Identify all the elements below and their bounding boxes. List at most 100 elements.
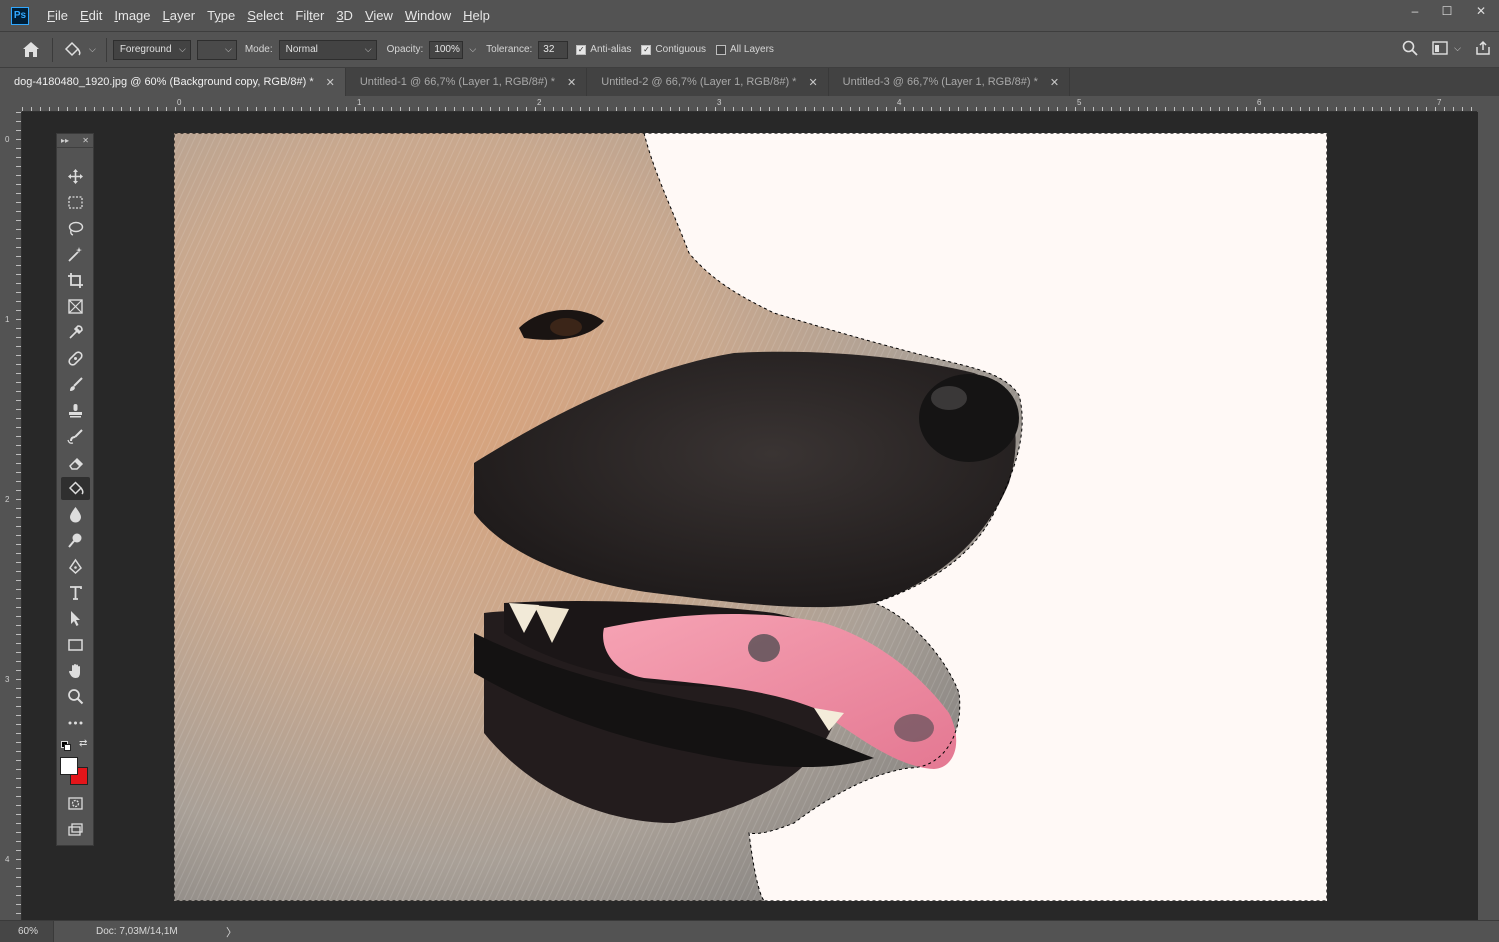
tolerance-field[interactable]: 32 <box>538 40 569 59</box>
checkbox-icon: ✓ <box>576 44 587 55</box>
ruler-tick-label: 7 <box>1437 98 1442 107</box>
anti-alias-checkbox[interactable]: ✓ Anti-alias <box>576 44 631 55</box>
canvas-workspace[interactable] <box>22 112 1478 920</box>
eraser-tool-icon[interactable] <box>61 451 90 474</box>
move-tool-icon[interactable] <box>61 165 90 188</box>
healing-brush-tool-icon[interactable] <box>61 347 90 370</box>
collapse-panel-icon[interactable]: ▸▸ <box>61 136 69 145</box>
foreground-color-swatch[interactable] <box>60 757 78 775</box>
status-menu-arrow-icon[interactable]: 〉 <box>226 924 237 940</box>
search-icon[interactable] <box>1402 40 1418 56</box>
magic-wand-tool-icon[interactable] <box>61 243 90 266</box>
workspace-chevron-down-icon[interactable]: ⌵ <box>1454 43 1461 54</box>
menu-filter[interactable]: Filter <box>289 0 330 31</box>
paint-bucket-tool-icon[interactable] <box>61 477 90 500</box>
document-tab-bar: dog-4180480_1920.jpg @ 60% (Background c… <box>0 68 1499 96</box>
path-selection-tool-icon[interactable] <box>61 607 90 630</box>
options-separator <box>52 37 53 62</box>
document-canvas[interactable] <box>174 133 1327 901</box>
checkbox-icon <box>716 44 727 55</box>
menu-file[interactable]: File <box>41 0 74 31</box>
ruler-tick-label: 2 <box>537 98 542 107</box>
fill-source-dropdown[interactable]: Foreground ⌵ <box>112 39 191 60</box>
crop-tool-icon[interactable] <box>61 269 90 292</box>
pen-tool-icon[interactable] <box>61 555 90 578</box>
checkbox-icon: ✓ <box>641 44 652 55</box>
pattern-picker[interactable]: ⌵ <box>196 39 237 60</box>
close-window-button[interactable]: ✕ <box>1463 0 1499 22</box>
menu-bar: Ps File Edit Image Layer Type Select Filter 3D V… <box>0 0 1499 31</box>
type-tool-icon[interactable] <box>61 581 90 604</box>
paint-bucket-preset-icon[interactable]: ⌵ <box>59 41 100 59</box>
ruler-tick-label: 2 <box>5 495 10 504</box>
maximize-button[interactable]: ☐ <box>1431 0 1463 22</box>
close-tab-icon[interactable]: ✕ <box>1050 76 1059 89</box>
document-tab[interactable]: Untitled-1 @ 66,7% (Layer 1, RGB/8#) * ✕ <box>345 68 588 96</box>
lasso-tool-icon[interactable] <box>61 217 90 240</box>
all-layers-label: All Layers <box>730 44 774 55</box>
dodge-tool-icon[interactable] <box>61 529 90 552</box>
all-layers-checkbox[interactable]: All Layers <box>716 44 774 55</box>
swap-colors-icon[interactable]: ⇄ <box>79 738 87 749</box>
document-tab[interactable]: Untitled-2 @ 66,7% (Layer 1, RGB/8#) * ✕ <box>587 68 829 96</box>
menu-select[interactable]: Select <box>241 0 289 31</box>
menu-image[interactable]: Image <box>108 0 156 31</box>
quick-mask-icon[interactable] <box>61 792 90 815</box>
menu-help[interactable]: Help <box>457 0 496 31</box>
eyedropper-tool-icon[interactable] <box>61 321 90 344</box>
photoshop-logo-icon: Ps <box>11 6 29 25</box>
zoom-level-field[interactable]: 60% <box>0 920 54 942</box>
tolerance-label: Tolerance: <box>486 44 533 55</box>
clone-stamp-tool-icon[interactable] <box>61 399 90 422</box>
menu-window[interactable]: Window <box>399 0 457 31</box>
vertical-ruler[interactable]: 0 1 2 3 4 <box>0 112 22 920</box>
ruler-ticks <box>16 112 21 914</box>
document-tab[interactable]: dog-4180480_1920.jpg @ 60% (Background c… <box>0 68 346 96</box>
ruler-tick-label: 3 <box>5 675 10 684</box>
menu-items: File Edit Image Layer Type Select Filter 3D View… <box>41 0 496 31</box>
home-icon[interactable] <box>16 35 46 65</box>
default-colors-icon[interactable] <box>61 741 71 751</box>
zoom-tool-icon[interactable] <box>61 685 90 708</box>
brush-tool-icon[interactable] <box>61 373 90 396</box>
more-tools-icon[interactable] <box>61 711 90 734</box>
ruler-tick-label: 1 <box>5 315 10 324</box>
mode-dropdown[interactable]: Normal ⌵ <box>278 39 377 60</box>
opacity-value: 100% <box>434 44 460 55</box>
menu-3d[interactable]: 3D <box>330 0 359 31</box>
close-tab-icon[interactable]: ✕ <box>808 76 817 89</box>
frame-tool-icon[interactable] <box>61 295 90 318</box>
menu-type[interactable]: Type <box>201 0 241 31</box>
ruler-tick-label: 1 <box>357 98 362 107</box>
options-bar: ⌵ Foreground ⌵ ⌵ Mode: Normal ⌵ Opacity:… <box>0 31 1499 68</box>
hand-tool-icon[interactable] <box>61 659 90 682</box>
opacity-field[interactable]: 100% <box>429 40 464 59</box>
rectangle-tool-icon[interactable] <box>61 633 90 656</box>
contiguous-checkbox[interactable]: ✓ Contiguous <box>641 44 706 55</box>
ruler-tick-label: 0 <box>177 98 182 107</box>
close-tab-icon[interactable]: ✕ <box>326 76 335 89</box>
close-panel-icon[interactable]: ✕ <box>82 136 89 145</box>
minimize-button[interactable]: – <box>1399 0 1431 22</box>
history-brush-tool-icon[interactable] <box>61 425 90 448</box>
document-tab[interactable]: Untitled-3 @ 66,7% (Layer 1, RGB/8#) * ✕ <box>828 68 1071 96</box>
contiguous-label: Contiguous <box>655 44 707 55</box>
close-tab-icon[interactable]: ✕ <box>567 76 576 89</box>
blur-tool-icon[interactable] <box>61 503 90 526</box>
ruler-tick-label: 6 <box>1257 98 1262 107</box>
ruler-tick-label: 4 <box>5 855 10 864</box>
opacity-dropdown-icon[interactable]: ⌵ <box>469 44 476 55</box>
workspace-icon[interactable] <box>1432 41 1448 55</box>
menu-layer[interactable]: Layer <box>157 0 202 31</box>
horizontal-ruler[interactable]: 0 1 2 3 4 5 6 7 <box>22 96 1477 112</box>
tolerance-value: 32 <box>543 44 555 55</box>
mode-value: Normal <box>285 44 318 55</box>
menu-edit[interactable]: Edit <box>74 0 108 31</box>
tools-panel-header[interactable]: ▸▸ ✕ <box>57 134 93 148</box>
share-icon[interactable] <box>1475 40 1491 56</box>
document-tab-label: Untitled-2 @ 66,7% (Layer 1, RGB/8#) * <box>601 76 797 88</box>
screen-mode-icon[interactable] <box>61 818 90 841</box>
marquee-tool-icon[interactable] <box>61 191 90 214</box>
chevron-down-icon: ⌵ <box>225 43 232 54</box>
menu-view[interactable]: View <box>359 0 399 31</box>
